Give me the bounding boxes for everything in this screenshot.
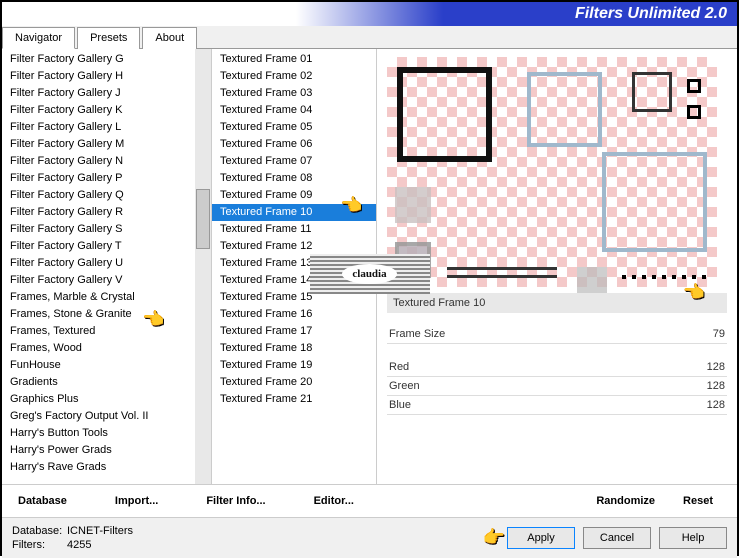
filter-info-button[interactable]: Filter Info... (202, 493, 269, 509)
category-list-panel: Filter Factory Gallery GFilter Factory G… (2, 49, 212, 484)
db-label: Database: (12, 524, 67, 538)
db-value: ICNET-Filters (67, 525, 133, 537)
tab-presets[interactable]: Presets (77, 27, 140, 49)
param-row[interactable]: Red 128 (387, 358, 727, 377)
preview-shapes (387, 57, 717, 287)
category-item[interactable]: Filter Factory Gallery N (2, 153, 211, 170)
filter-item[interactable]: Textured Frame 12 (212, 238, 376, 255)
randomize-button[interactable]: Randomize (592, 493, 659, 509)
tab-navigator[interactable]: Navigator (2, 27, 75, 49)
watermark: claudia (310, 254, 430, 294)
category-item[interactable]: Frames, Textured (2, 323, 211, 340)
database-button[interactable]: Database (14, 493, 71, 509)
scrollbar[interactable] (195, 49, 211, 484)
preview-panel: Textured Frame 10 Frame Size79Red128Gree… (377, 49, 737, 484)
footer-status: Database:ICNET-Filters Filters:4255 👉 Ap… (2, 517, 737, 558)
param-row[interactable]: Frame Size 79 (387, 325, 727, 344)
category-item[interactable]: Filter Factory Gallery H (2, 68, 211, 85)
category-item[interactable]: Frames, Stone & Granite (2, 306, 211, 323)
filter-item[interactable]: Textured Frame 07 (212, 153, 376, 170)
param-value: 79 (713, 328, 725, 340)
filter-item[interactable]: Textured Frame 11 (212, 221, 376, 238)
dialog-buttons: 👉 Apply Cancel Help (477, 527, 727, 549)
category-item[interactable]: Filter Factory Gallery P (2, 170, 211, 187)
filter-item[interactable]: Textured Frame 20 (212, 374, 376, 391)
category-item[interactable]: Filter Factory Gallery U (2, 255, 211, 272)
category-item[interactable]: Filter Factory Gallery Q (2, 187, 211, 204)
param-value: 128 (707, 399, 725, 411)
watermark-text: claudia (342, 264, 396, 284)
category-item[interactable]: Filter Factory Gallery V (2, 272, 211, 289)
category-item[interactable]: Filter Factory Gallery K (2, 102, 211, 119)
parameters: Frame Size 79 Red 128 Green 128 Blue 128 (387, 325, 727, 415)
category-item[interactable]: Greg's Factory Output Vol. II (2, 408, 211, 425)
category-item[interactable]: Filter Factory Gallery R (2, 204, 211, 221)
titlebar: Filters Unlimited 2.0 (2, 2, 737, 26)
category-item[interactable]: Frames, Marble & Crystal (2, 289, 211, 306)
tab-about[interactable]: About (142, 27, 197, 49)
apply-button[interactable]: Apply (507, 527, 575, 549)
cancel-button[interactable]: Cancel (583, 527, 651, 549)
pointer-hand-icon: 👉 (483, 527, 505, 549)
filter-item[interactable]: Textured Frame 18 (212, 340, 376, 357)
filter-item[interactable]: Textured Frame 17 (212, 323, 376, 340)
filter-item[interactable]: Textured Frame 06 (212, 136, 376, 153)
param-value: 128 (707, 380, 725, 392)
filter-item[interactable]: Textured Frame 01 (212, 51, 376, 68)
param-row[interactable]: Green 128 (387, 377, 727, 396)
filter-item[interactable]: Textured Frame 16 (212, 306, 376, 323)
category-item[interactable]: Filter Factory Gallery L (2, 119, 211, 136)
filter-item[interactable]: Textured Frame 21 (212, 391, 376, 408)
category-item[interactable]: Harry's Rave Grads (2, 459, 211, 476)
filters-label: Filters: (12, 538, 67, 552)
main-window: Filters Unlimited 2.0 Navigator Presets … (0, 0, 739, 556)
import-button[interactable]: Import... (111, 493, 162, 509)
filter-item[interactable]: Textured Frame 08 (212, 170, 376, 187)
editor-button[interactable]: Editor... (310, 493, 358, 509)
category-item[interactable]: Harry's Power Grads (2, 442, 211, 459)
app-title: Filters Unlimited 2.0 (575, 5, 727, 23)
preview-image (387, 57, 717, 287)
param-name: Green (389, 380, 420, 392)
param-name: Blue (389, 399, 411, 411)
category-item[interactable]: Gradients (2, 374, 211, 391)
category-item[interactable]: Graphics Plus (2, 391, 211, 408)
category-item[interactable]: Frames, Wood (2, 340, 211, 357)
filter-item[interactable]: Textured Frame 04 (212, 102, 376, 119)
filter-item[interactable]: Textured Frame 03 (212, 85, 376, 102)
category-list[interactable]: Filter Factory Gallery GFilter Factory G… (2, 49, 211, 484)
filter-item[interactable]: Textured Frame 05 (212, 119, 376, 136)
category-item[interactable]: FunHouse (2, 357, 211, 374)
category-item[interactable]: Filter Factory Gallery G (2, 51, 211, 68)
filter-item[interactable]: Textured Frame 10 (212, 204, 376, 221)
filters-value: 4255 (67, 539, 91, 551)
filter-item[interactable]: Textured Frame 02 (212, 68, 376, 85)
tabs: Navigator Presets About (2, 26, 737, 49)
param-name: Red (389, 361, 409, 373)
param-value: 128 (707, 361, 725, 373)
category-item[interactable]: Harry's Button Tools (2, 425, 211, 442)
help-button[interactable]: Help (659, 527, 727, 549)
reset-button[interactable]: Reset (679, 493, 717, 509)
param-name: Frame Size (389, 328, 445, 340)
category-item[interactable]: Filter Factory Gallery T (2, 238, 211, 255)
category-item[interactable]: Filter Factory Gallery S (2, 221, 211, 238)
selected-filter-label: Textured Frame 10 (387, 293, 727, 313)
category-item[interactable]: Filter Factory Gallery M (2, 136, 211, 153)
param-row[interactable]: Blue 128 (387, 396, 727, 415)
filter-item[interactable]: Textured Frame 09 (212, 187, 376, 204)
stats: Database:ICNET-Filters Filters:4255 (12, 524, 133, 552)
selected-filter-name: Textured Frame 10 (393, 297, 485, 309)
footer-actions: Database Import... Filter Info... Editor… (2, 484, 737, 517)
category-item[interactable]: Filter Factory Gallery J (2, 85, 211, 102)
filter-item[interactable]: Textured Frame 19 (212, 357, 376, 374)
